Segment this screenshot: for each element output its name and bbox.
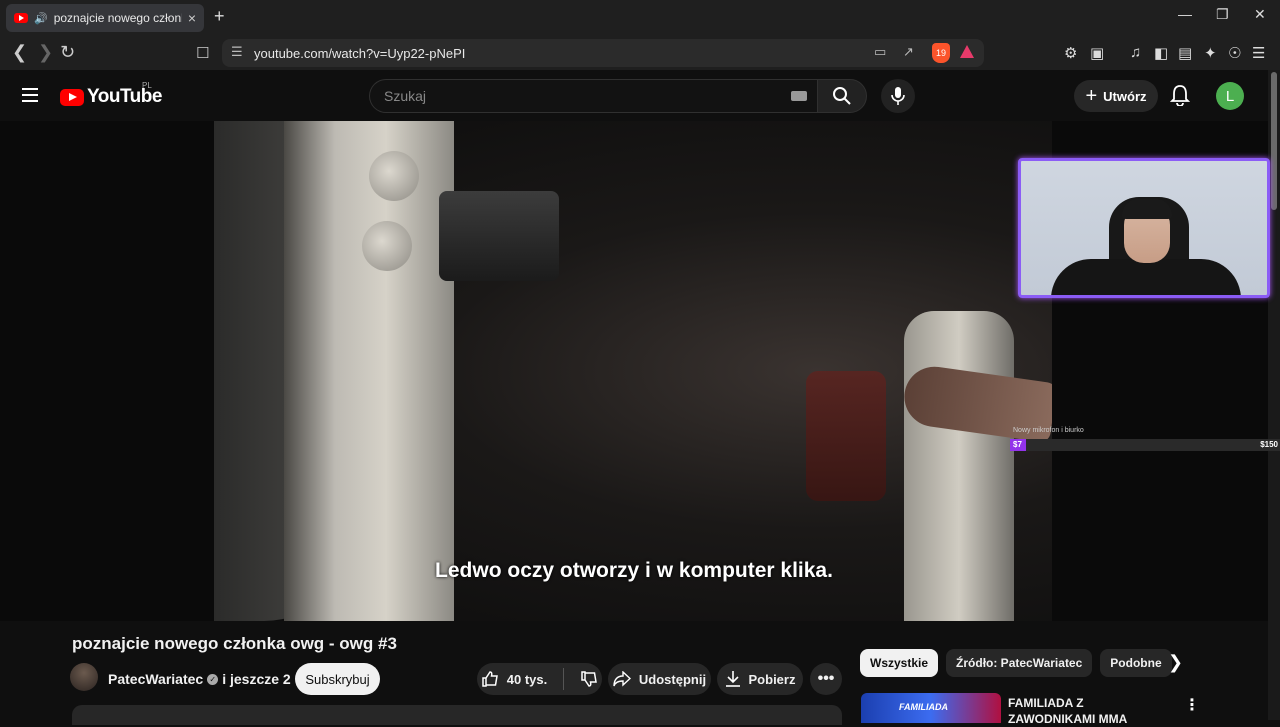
channel-name-row[interactable]: PatecWariatec ✓ i jeszcze 2 [108,671,291,687]
screenshot-icon[interactable]: ▣ [1090,44,1104,62]
youtube-favicon-icon [14,13,28,23]
country-code: PL [142,81,152,90]
donation-goal: Nowy mikrofon i biurko $7 $150 [1010,425,1280,465]
tab-title: poznajcie nowego członka ow [53,11,182,25]
youtube-logo[interactable]: YouTube PL [60,81,162,108]
microphone-icon [891,87,905,105]
like-dislike-group: 40 tys. [477,663,602,695]
speaker-icon[interactable]: 🔊 [34,12,48,25]
like-count[interactable]: 40 tys. [507,672,547,687]
webcam-overlay [1018,158,1270,298]
back-icon[interactable]: ❮ [12,42,27,63]
menu-icon[interactable]: ☰ [1252,44,1265,62]
search-icon [833,87,851,105]
like-divider [563,668,565,690]
hamburger-menu-icon[interactable] [22,88,38,102]
vpn-icon[interactable]: ☉ [1228,44,1241,62]
collaborators-more[interactable]: i jeszcze 2 [222,671,291,687]
download-button[interactable]: Pobierz [717,663,803,695]
notifications-bell-icon[interactable] [1170,84,1190,106]
scrollbar-thumb[interactable] [1271,72,1277,210]
goal-target: $150 [1260,440,1278,449]
youtube-play-icon [60,88,84,106]
address-bar[interactable]: youtube.com/watch?v=Uyp22-pNePI [222,39,984,67]
more-vertical-icon[interactable]: ⋮ [1184,695,1200,715]
minimize-icon[interactable]: — [1178,6,1192,22]
like-icon[interactable] [481,670,499,688]
youtube-header: YouTube PL Szukaj + Utwórz L [0,70,1268,122]
reload-icon[interactable]: ↻ [60,42,75,63]
cast-icon[interactable]: ▭ [874,44,886,60]
brave-rewards-icon[interactable] [960,45,974,58]
chip-source-channel[interactable]: Źródło: PatecWariatec [946,649,1093,677]
account-avatar[interactable]: L [1216,82,1244,110]
share-icon [613,671,631,687]
new-tab-button[interactable]: + [214,6,225,27]
bookmark-icon[interactable]: ☐ [196,44,209,62]
keyboard-icon[interactable] [791,91,807,101]
goal-bar: $7 $150 [1010,439,1280,451]
related-filter-chips: Wszystkie Źródło: PatecWariatec Podobne [860,649,1172,677]
streamer-body [1051,259,1241,295]
browser-toolbar: ❮ ❯ ↻ ☐ youtube.com/watch?v=Uyp22-pNePI … [0,36,1280,70]
search-placeholder: Szukaj [384,88,427,104]
create-button[interactable]: + Utwórz [1074,80,1158,112]
voice-search-button[interactable] [881,79,915,113]
more-actions-button[interactable]: ••• [810,663,842,695]
bolt-shape [369,151,419,201]
recommended-title[interactable]: FAMILIADA Z ZAWODNIKAMI MMA [1008,695,1168,727]
goal-current: $7 [1013,440,1022,449]
verified-icon: ✓ [207,673,219,685]
goal-label: Nowy mikrofon i biurko [1013,427,1084,434]
chevron-right-icon[interactable]: ❯ [1168,652,1183,673]
download-icon [725,671,740,687]
download-label: Pobierz [748,671,796,687]
restore-icon[interactable]: ❐ [1216,6,1229,23]
video-subtitle: Ledwo oczy otworzy i w komputer klika. [435,559,833,582]
sidebar-icon[interactable]: ◧ [1154,44,1168,62]
url-text: youtube.com/watch?v=Uyp22-pNePI [254,45,466,61]
description-box[interactable] [72,705,842,725]
thumbnail-text: FAMILIADA [899,702,948,712]
site-settings-icon[interactable]: ☰ [231,44,243,60]
tab-close-icon[interactable]: × [188,10,196,26]
video-frame[interactable] [214,121,1052,621]
chip-all[interactable]: Wszystkie [860,649,939,677]
extensions-icon[interactable]: ⚙ [1064,44,1077,62]
create-label: Utwórz [1103,88,1147,104]
more-horizontal-icon: ••• [817,670,835,687]
car-door-pillar [284,121,454,621]
video-title: poznajcie nowego członka owg - owg #3 [72,634,397,653]
brave-count: 19 [935,48,946,58]
streamer-hair [1122,199,1172,219]
channel-name[interactable]: PatecWariatec [108,671,203,687]
plus-icon: + [1085,84,1098,107]
share-button[interactable]: Udostępnij [608,663,711,695]
share-page-icon[interactable]: ↗ [903,44,914,60]
leo-ai-icon[interactable]: ✦ [1204,44,1217,62]
wallet-icon[interactable]: ▤ [1178,44,1192,62]
search-button[interactable] [817,79,867,113]
chip-similar[interactable]: Podobne [1100,649,1172,677]
recommended-thumbnail[interactable]: FAMILIADA [861,693,1001,723]
red-object [806,371,886,501]
share-label: Udostępnij [638,671,707,687]
browser-tab[interactable]: 🔊 poznajcie nowego członka ow × [6,4,204,32]
door-hinge [439,191,559,281]
dislike-icon[interactable] [580,670,598,688]
close-window-icon[interactable]: ✕ [1254,6,1266,23]
media-icon[interactable]: ♫ [1130,44,1141,61]
search-input[interactable]: Szukaj [369,79,817,113]
brave-shields-icon[interactable]: 19 [932,43,950,63]
bolt-shape [362,221,412,271]
forward-icon[interactable]: ❯ [38,42,53,63]
browser-tabbar: 🔊 poznajcie nowego członka ow × + — ❐ ✕ [0,0,1280,36]
subscribe-button[interactable]: Subskrybuj [295,663,380,695]
channel-avatar[interactable] [70,663,98,691]
